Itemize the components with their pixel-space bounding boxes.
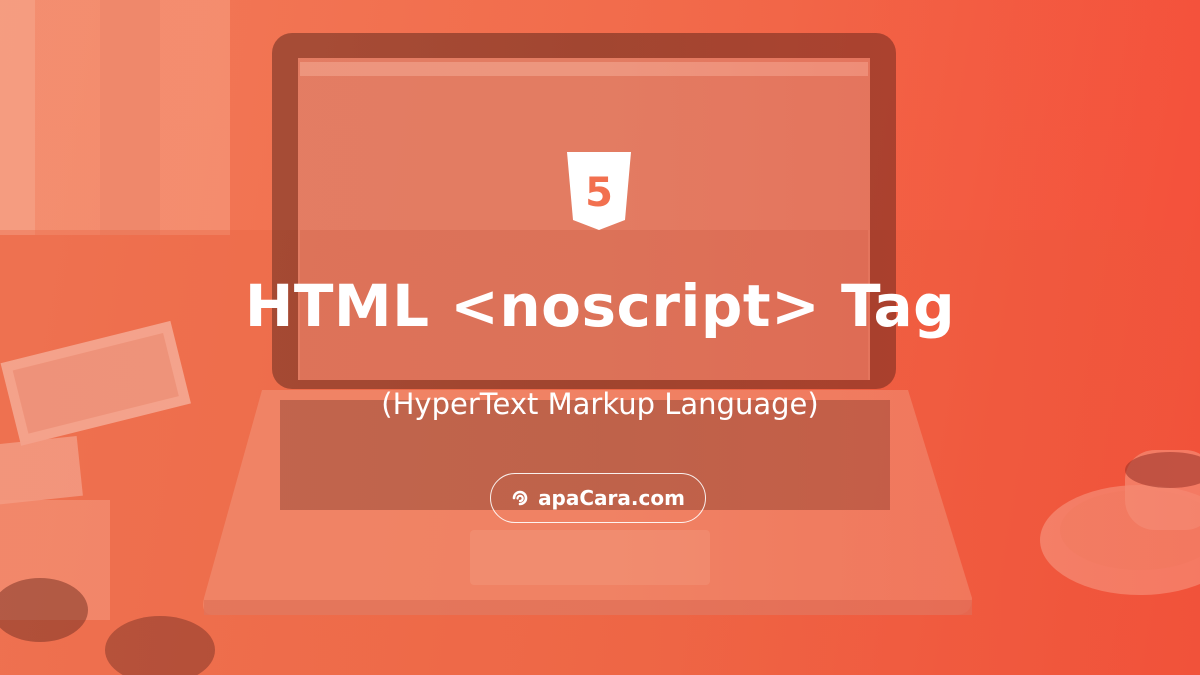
page-title: HTML <noscript> Tag — [244, 272, 956, 340]
apacara-logo-icon — [512, 490, 528, 506]
page-subtitle: (HyperText Markup Language) — [381, 387, 819, 421]
html5-logo-icon: 5 — [567, 152, 631, 230]
banner-content: 5 HTML <noscript> Tag (HyperText Markup … — [0, 0, 1200, 675]
site-badge-label: apaCara.com — [538, 486, 685, 510]
banner: 5 HTML <noscript> Tag (HyperText Markup … — [0, 0, 1200, 675]
site-badge[interactable]: apaCara.com — [490, 473, 706, 523]
html5-logo-number: 5 — [585, 170, 613, 216]
